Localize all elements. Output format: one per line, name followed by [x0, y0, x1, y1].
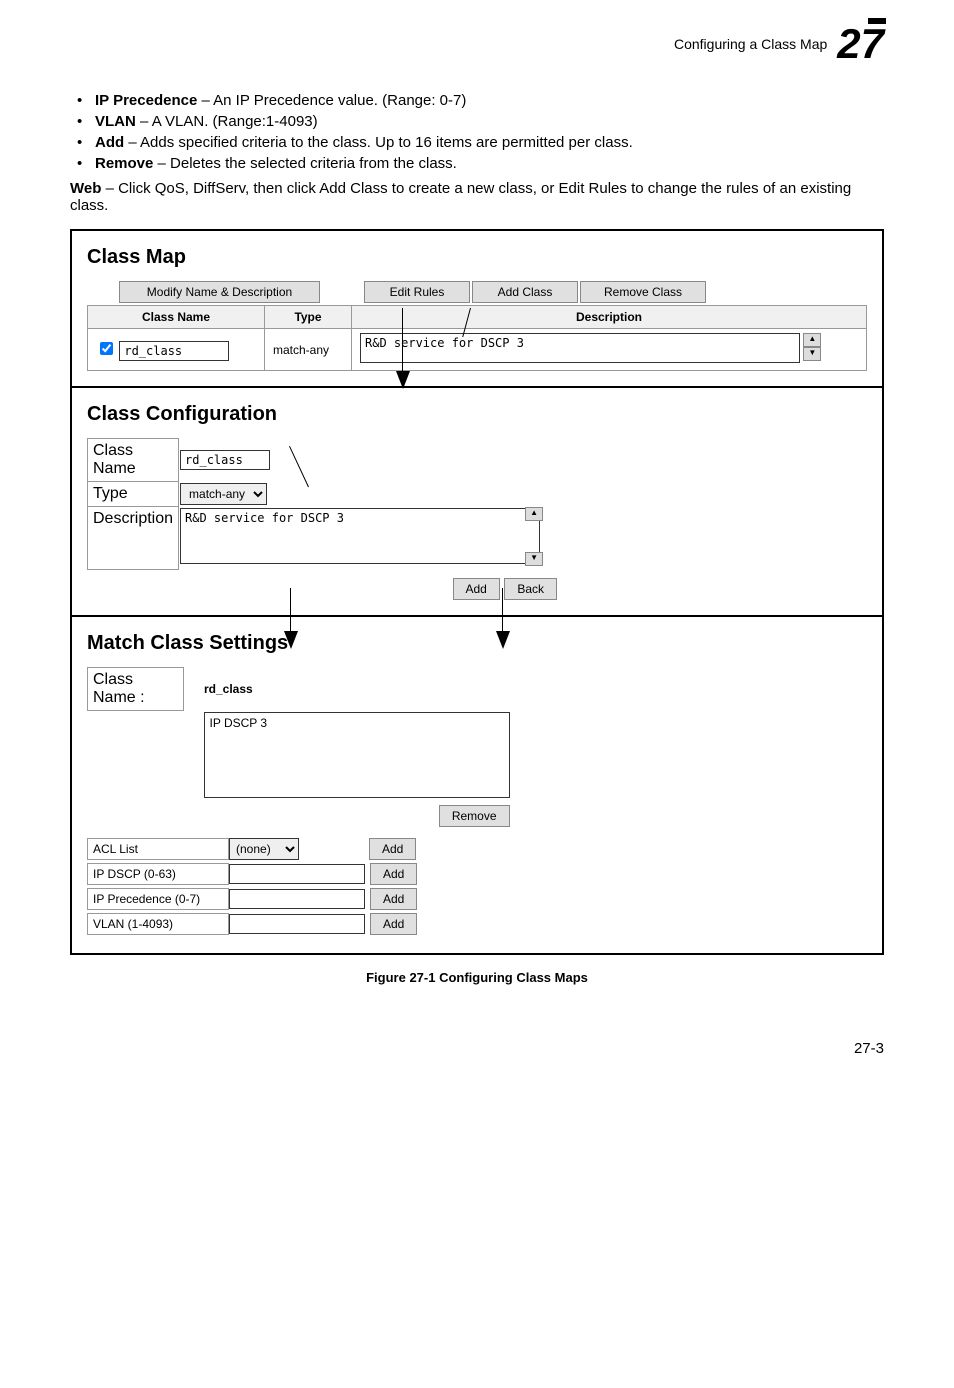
add-button[interactable]: Add	[453, 578, 500, 600]
breadcrumb: Configuring a Class Map	[674, 36, 827, 52]
remove-class-button[interactable]: Remove Class	[580, 281, 706, 303]
class-name-label: Class Name :	[88, 668, 184, 711]
feature-list: IP Precedence – An IP Precedence value. …	[70, 92, 884, 172]
class-map-title: Class Map	[87, 246, 867, 269]
class-config-title: Class Configuration	[87, 403, 867, 426]
back-button[interactable]: Back	[504, 578, 557, 600]
list-item: Add – Adds specified criteria to the cla…	[95, 134, 884, 151]
add-class-button[interactable]: Add Class	[472, 281, 578, 303]
ip-prec-input[interactable]	[229, 889, 365, 909]
table-row: match-any R&D service for DSCP 3 ▲ ▼	[88, 329, 867, 371]
row-type: match-any	[265, 329, 352, 371]
ip-dscp-label: IP DSCP (0-63)	[87, 863, 229, 885]
class-name-label: Class Name	[88, 439, 179, 482]
remove-button[interactable]: Remove	[439, 805, 510, 827]
description-textarea[interactable]: R&D service for DSCP 3	[360, 333, 800, 363]
edit-rules-button[interactable]: Edit Rules	[364, 281, 470, 303]
list-item: Remove – Deletes the selected criteria f…	[95, 155, 884, 172]
vlan-label: VLAN (1-4093)	[87, 913, 229, 935]
match-listbox[interactable]: IP DSCP 3	[204, 712, 510, 798]
ip-dscp-input[interactable]	[229, 864, 365, 884]
figure-caption: Figure 27-1 Configuring Class Maps	[70, 970, 884, 985]
acl-select[interactable]: (none)	[229, 838, 299, 860]
acl-list-label: ACL List	[87, 838, 229, 860]
scroll-up-icon[interactable]: ▲	[803, 333, 821, 347]
web-instruction: Web – Click QoS, DiffServ, then click Ad…	[70, 180, 884, 214]
class-name-input[interactable]	[119, 341, 229, 361]
col-class-name: Class Name	[88, 306, 265, 329]
row-checkbox[interactable]	[100, 342, 113, 355]
vlan-input[interactable]	[229, 914, 365, 934]
type-select[interactable]: match-any	[180, 483, 267, 505]
scroll-down-icon[interactable]: ▼	[803, 347, 821, 361]
list-item: VLAN – A VLAN. (Range:1-4093)	[95, 113, 884, 130]
match-title: Match Class Settings	[87, 632, 867, 655]
prec-add-button[interactable]: Add	[370, 888, 417, 910]
chapter-number: 27	[837, 20, 884, 68]
class-name-field[interactable]	[180, 450, 270, 470]
scroll-up-icon[interactable]: ▲	[525, 507, 543, 521]
ip-prec-label: IP Precedence (0-7)	[87, 888, 229, 910]
acl-add-button[interactable]: Add	[369, 838, 416, 860]
page-number: 27-3	[0, 1010, 954, 1087]
scroll-down-icon[interactable]: ▼	[525, 552, 543, 566]
dscp-add-button[interactable]: Add	[370, 863, 417, 885]
class-name-value: rd_class	[204, 682, 253, 696]
list-item: IP Precedence – An IP Precedence value. …	[95, 92, 884, 109]
description-field[interactable]: R&D service for DSCP 3	[180, 508, 540, 564]
vlan-add-button[interactable]: Add	[370, 913, 417, 935]
type-label: Type	[88, 482, 179, 507]
list-item[interactable]: IP DSCP 3	[207, 715, 507, 731]
description-label: Description	[88, 507, 179, 570]
col-description: Description	[352, 306, 867, 329]
col-type: Type	[265, 306, 352, 329]
modify-button[interactable]: Modify Name & Description	[119, 281, 320, 303]
class-table: Class Name Type Description match-any R&…	[87, 305, 867, 371]
